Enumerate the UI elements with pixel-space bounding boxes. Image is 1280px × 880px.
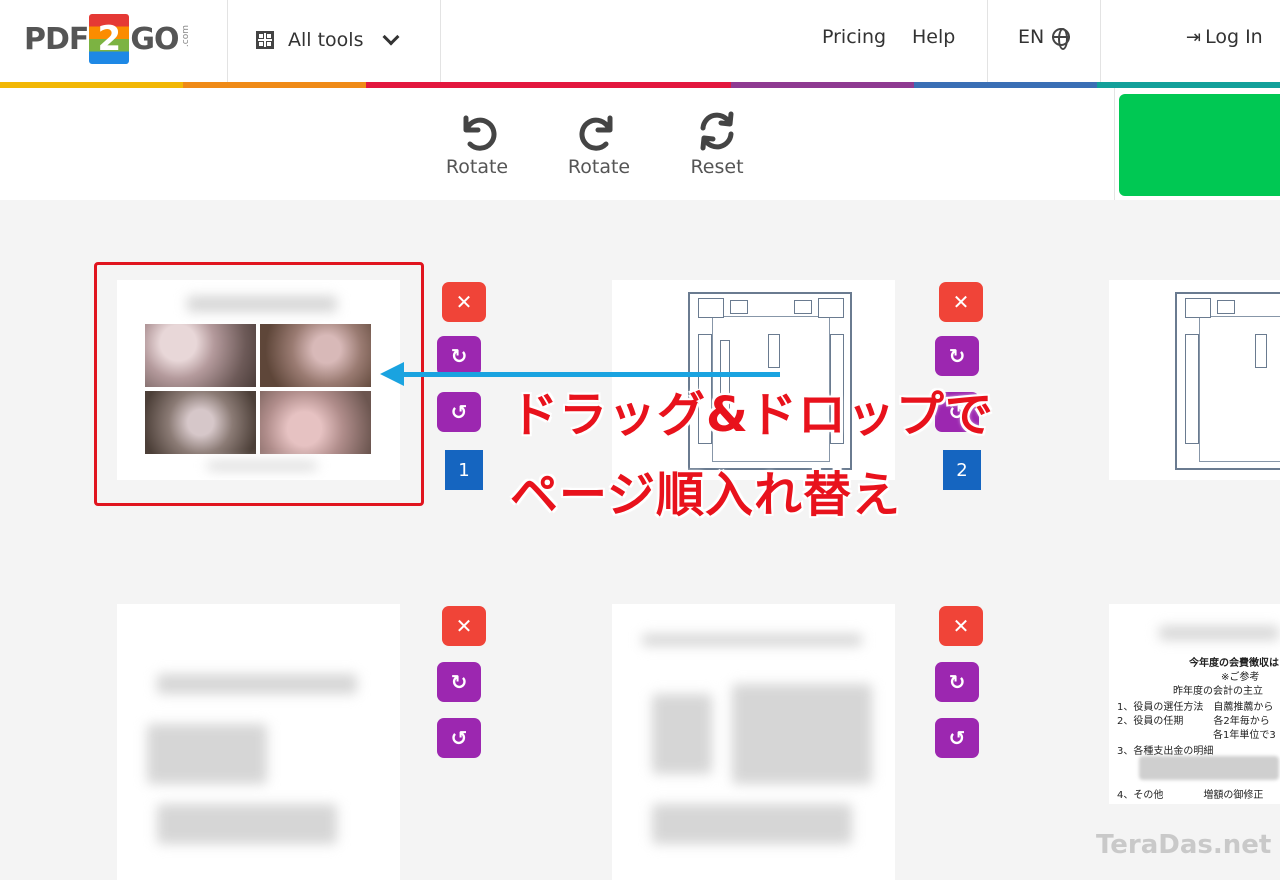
blurred-text [652,694,712,774]
blurred-text [147,724,267,784]
header-divider [227,0,228,82]
doc-line: 1、役員の選任方法 自薦推薦から [1117,702,1274,713]
selection-highlight [94,262,424,506]
drag-arrow-line [400,372,780,377]
globe-icon [1052,28,1071,50]
page-thumbnail-4[interactable] [117,604,400,880]
blurred-text [652,804,852,844]
rotate-page-left-button[interactable]: ↺ [935,718,979,758]
doc-line: 3、各種支出金の明細 [1117,746,1214,757]
toolbar-divider [1114,88,1115,200]
login-icon: ⇥ [1186,26,1202,48]
floor-plan-drawing [1175,292,1280,470]
rotate-left-label: Rotate [445,156,509,178]
blurred-text [732,684,872,784]
rotate-right-label: Rotate [567,156,631,178]
reset-button[interactable]: Reset [672,106,762,178]
rotate-page-right-button[interactable]: ↻ [935,662,979,702]
annotation-line-2: ページ順入れ替え [510,467,902,523]
login-label: Log In [1205,26,1263,48]
rotate-page-right-button[interactable]: ↻ [437,336,481,376]
rotate-right-button[interactable]: Rotate [554,106,644,178]
rotate-page-right-button[interactable]: ↻ [437,662,481,702]
watermark-text: TeraDas.net [1096,830,1272,860]
language-label: EN [1018,26,1045,48]
header-divider [440,0,441,82]
rotate-right-icon [554,106,644,156]
chevron-down-icon [382,28,400,46]
page-thumbnail-5[interactable] [612,604,895,880]
rotate-left-icon [432,106,522,156]
toolbar: Rotate Rotate Reset [0,88,1280,200]
blurred-text [1159,626,1279,640]
doc-line: 4、その他 増額の御修正 [1117,790,1264,801]
blurred-text [157,804,337,844]
top-header: PDF 2 GO .com All tools Pricing Help EN … [0,0,1280,82]
blurred-text [642,634,862,646]
page-number-badge: 1 [445,450,483,490]
doc-cost-table [1139,756,1279,780]
drag-arrow-head [380,362,404,386]
doc-line: 昨年度の会計の主立 [1173,686,1263,697]
header-divider [1100,0,1101,82]
reset-label: Reset [690,156,744,178]
logo-text-pdf: PDF [24,21,89,57]
language-selector[interactable]: EN [1018,26,1071,50]
page-thumbnail-3[interactable] [1109,280,1280,480]
all-tools-label: All tools [288,29,364,51]
annotation-line-1: ドラッグ&ドロップで [510,387,994,443]
delete-page-button[interactable]: ✕ [442,606,486,646]
doc-line: 各1年単位で3 [1213,730,1276,741]
help-link[interactable]: Help [912,26,955,48]
page-thumbnail-6[interactable]: 今年度の会費徴収はござ ※ご参考 昨年度の会計の主立 1、役員の選任方法 自薦推… [1109,604,1280,804]
page-thumbnail-2[interactable] [612,280,895,480]
delete-page-button[interactable]: ✕ [939,606,983,646]
doc-title: 今年度の会費徴収はござ [1189,658,1280,669]
logo-text-com: .com [180,24,191,48]
rotate-page-right-button[interactable]: ↻ [935,336,979,376]
blurred-text [157,674,357,694]
all-tools-menu[interactable]: All tools [256,24,400,56]
header-divider [987,0,988,82]
grid-icon [256,31,274,49]
page-number-badge: 2 [943,450,981,490]
delete-page-button[interactable]: ✕ [939,282,983,322]
delete-page-button[interactable]: ✕ [442,282,486,322]
login-button[interactable]: ⇥ Log In [1186,26,1263,48]
logo-text-go: GO [130,21,179,57]
doc-subtitle: ※ご参考 [1221,672,1260,683]
doc-line: 2、役員の任期 各2年毎から [1117,716,1270,727]
pdf2go-logo[interactable]: PDF 2 GO .com [24,12,191,66]
rotate-page-left-button[interactable]: ↺ [437,718,481,758]
reset-icon [672,106,762,156]
logo-text-2: 2 [89,14,130,64]
pricing-link[interactable]: Pricing [822,26,886,48]
rotate-left-button[interactable]: Rotate [432,106,522,178]
rotate-page-left-button[interactable]: ↺ [437,392,481,432]
apply-changes-button[interactable] [1119,94,1280,196]
